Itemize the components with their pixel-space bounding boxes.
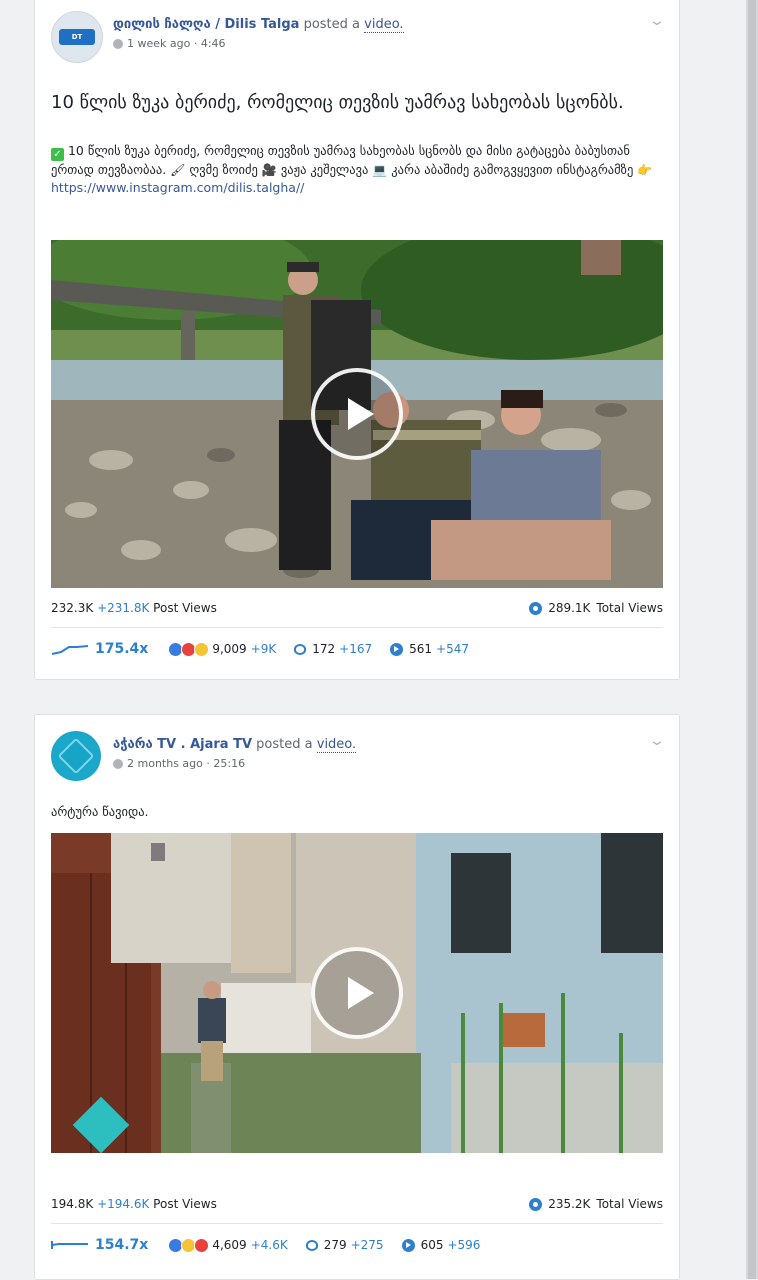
shares-stat[interactable]: 561 +547 (390, 642, 469, 656)
reactions-stat[interactable]: 9,009 +9K (168, 641, 277, 657)
post-views-count: 232.3K (51, 601, 94, 615)
total-views: 235.2K Total Views (529, 1197, 663, 1211)
total-views-label: Total Views (596, 601, 663, 615)
post-views-delta: +194.6K (97, 1197, 150, 1211)
posted-verb: posted a (303, 17, 361, 32)
reactions-count: 9,009 (212, 642, 247, 656)
post-meta: 1 week ago · 4:46 (113, 37, 226, 50)
page-name-link[interactable]: დილის ჩალღა / Dilis Talga (113, 17, 299, 32)
shares-delta: +547 (436, 642, 469, 656)
post-description: არტურა წავიდა. (51, 804, 149, 819)
scrollbar[interactable] (746, 0, 758, 1279)
total-views-count: 235.2K (548, 1197, 591, 1211)
post-views-label: Post Views (153, 601, 217, 615)
camera-icon: 🎥 (261, 163, 277, 177)
globe-icon (113, 758, 123, 769)
brush-icon: 🖌 (170, 163, 186, 177)
comments-count: 172 (312, 642, 336, 656)
description-credit-1: ღვმე ზოიძე (189, 162, 258, 177)
video-thumbnail[interactable] (51, 833, 663, 1153)
post-time[interactable]: 1 week ago · 4:46 (127, 37, 226, 50)
comments-delta: +275 (350, 1238, 384, 1252)
page-avatar[interactable]: DT (51, 11, 103, 63)
laptop-icon: 💻 (372, 163, 388, 177)
post-views-delta: +231.8K (97, 601, 150, 615)
shares-count: 605 (420, 1238, 444, 1252)
shares-delta: +596 (447, 1238, 481, 1252)
reaction-icons (168, 641, 210, 657)
total-views-icon (529, 1197, 543, 1211)
divider (51, 627, 663, 628)
page-avatar[interactable] (51, 731, 101, 781)
wow-reaction-icon (194, 641, 210, 657)
post-header: DT დილის ჩალღა / Dilis Talga posted a vi… (51, 0, 666, 63)
post-card: აჭარა TV . Ajara TV posted a video. 2 mo… (34, 714, 680, 1280)
globe-icon (113, 38, 123, 49)
post-header: აჭარა TV . Ajara TV posted a video. 2 mo… (51, 715, 666, 781)
shares-stat[interactable]: 605 +596 (401, 1238, 481, 1252)
engagement-row: 154.7x 4,609 +4.6K 279 +275 605 +596 (51, 1237, 663, 1253)
post-meta: 2 months ago · 25:16 (113, 757, 245, 770)
post-views-label: Post Views (153, 1197, 217, 1211)
post-author-line: დილის ჩალღა / Dilis Talga posted a video… (113, 17, 404, 33)
description-credit-2: ვაჟა კეშელავა (280, 162, 369, 177)
shares-count: 561 (409, 642, 433, 656)
performance-multiplier: 175.4x (95, 641, 149, 657)
reactions-delta: +9K (250, 642, 277, 656)
play-icon[interactable] (311, 947, 403, 1039)
post-views-count: 194.8K (51, 1197, 94, 1211)
reactions-stat[interactable]: 4,609 +4.6K (168, 1237, 288, 1253)
post-card: DT დილის ჩალღა / Dilis Talga posted a vi… (34, 0, 680, 680)
comments-count: 279 (323, 1238, 347, 1252)
video-thumbnail[interactable] (51, 240, 663, 588)
media-link[interactable]: video. (364, 17, 404, 33)
chevron-down-icon[interactable]: ⌄ (648, 733, 666, 749)
reactions-delta: +4.6K (250, 1238, 288, 1252)
total-views: 289.1K Total Views (529, 601, 663, 615)
divider (51, 1223, 663, 1224)
post-author-line: აჭარა TV . Ajara TV posted a video. (113, 737, 357, 753)
scrollbar-thumb[interactable] (748, 0, 756, 1279)
love-reaction-icon (194, 1237, 210, 1253)
posted-verb: posted a (256, 737, 313, 752)
trend-line-icon (51, 1241, 88, 1249)
media-link[interactable]: video. (316, 737, 357, 753)
comments-delta: +167 (339, 642, 373, 656)
views-row: 232.3K +231.8K Post Views 289.1K Total V… (51, 601, 663, 615)
total-views-count: 289.1K (548, 601, 591, 615)
post-time[interactable]: 2 months ago · 25:16 (127, 757, 245, 770)
page-logo (57, 737, 95, 775)
comment-icon (305, 1239, 318, 1251)
trend-line-icon (51, 645, 89, 655)
engagement-row: 175.4x 9,009 +9K 172 +167 561 +547 (51, 641, 663, 657)
comments-stat[interactable]: 279 +275 (305, 1238, 384, 1252)
play-icon[interactable] (311, 368, 403, 460)
views-row: 194.8K +194.6K Post Views 235.2K Total V… (51, 1197, 663, 1211)
check-mark-icon: ✓ (51, 148, 64, 161)
page-logo: DT (59, 29, 95, 45)
post-title: 10 წლის ზუკა ბერიძე, რომელიც თევზის უამრ… (51, 92, 624, 113)
performance-multiplier: 154.7x (95, 1237, 149, 1253)
total-views-icon (529, 601, 543, 615)
instagram-link[interactable]: https://www.instagram.com/dilis.talgha// (51, 180, 304, 195)
reactions-count: 4,609 (212, 1238, 247, 1252)
description-credit-3: კარა აბაშიძე გამოგვყევით ინსტაგრამზე (391, 162, 634, 177)
comment-icon (294, 643, 307, 655)
comments-stat[interactable]: 172 +167 (294, 642, 372, 656)
share-icon (401, 1238, 415, 1252)
pointing-hand-icon: 👉 (637, 163, 653, 177)
post-description: ✓ 10 წლის ზუკა ბერიძე, რომელიც თევზის უა… (51, 142, 661, 197)
page-name-link[interactable]: აჭარა TV . Ajara TV (113, 737, 252, 752)
reaction-icons (168, 1237, 210, 1253)
share-icon (390, 642, 404, 656)
total-views-label: Total Views (596, 1197, 663, 1211)
chevron-down-icon[interactable]: ⌄ (648, 13, 666, 29)
